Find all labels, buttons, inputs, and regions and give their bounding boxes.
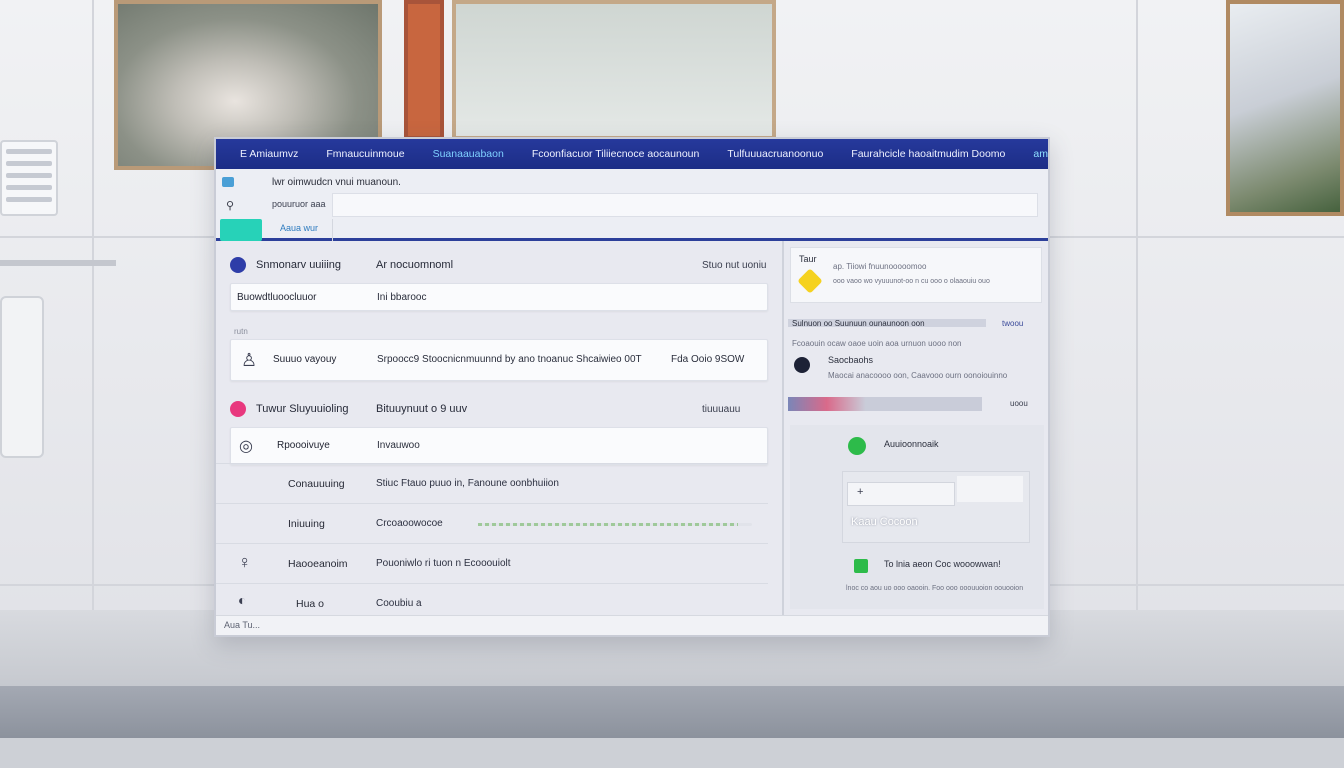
list-item-label: Iniuuing: [288, 518, 325, 530]
status-dot-icon: [230, 401, 246, 417]
nav-tab-5[interactable]: Tulfuuuacruanoonuo: [713, 148, 837, 160]
nav-tab-7[interactable]: amuun: [1019, 148, 1048, 160]
field-row[interactable]: Buowdtluoocluuor Ini bbarooc: [230, 283, 768, 311]
preview-text: Kaau Cocoon: [851, 516, 918, 528]
nav-tab-home[interactable]: E Amiaumvz: [226, 148, 312, 160]
list-item[interactable]: ♀ Haooeanoim Pouoniwlo ri tuon n Ecoooui…: [216, 543, 768, 584]
app-window: E Amiaumvz Fmnaucuinmoue Suanaauabaon Fc…: [214, 137, 1050, 637]
section-bar: [788, 397, 982, 411]
info-card-text: ap. Tiiowi fnuunooooomoo: [833, 262, 927, 271]
wall-painting: [452, 0, 776, 140]
section-link[interactable]: tiuuuauu: [702, 404, 740, 415]
field-name: Rpoooivuye: [277, 440, 330, 451]
list-item[interactable]: Conauuuing Stiuc Ftauo puuo in, Fanoune …: [216, 463, 768, 504]
wall-device: [0, 296, 44, 458]
section-header: Tuwur Sluyuuioling Bituuynuut o 9 uuv ti…: [230, 401, 740, 417]
nav-tab-4[interactable]: Fcoonfiacuor Tiliiecnoce aocaunoun: [518, 148, 714, 160]
air-vent: [0, 140, 58, 216]
field-label: pouuruor aaa: [272, 199, 326, 209]
item-description: Fcoaouin ocaw oaoe uoin aoa urnuon uooo …: [792, 339, 962, 348]
section-tag: uoou: [1010, 399, 1028, 408]
floor: [0, 738, 1344, 768]
main-column: Snmonarv uuiiing Ar nocuomnoml Stuo nut …: [216, 241, 782, 615]
status-dot-icon: [230, 257, 246, 273]
preview-panel[interactable]: + Kaau Cocoon: [842, 471, 1030, 543]
info-card-text: ooo vaoo wo vyuuunot-oo n cu ooo o olaao…: [833, 278, 990, 285]
wall-painting: [404, 0, 444, 140]
list-item-label: Hua o: [296, 598, 325, 610]
section-title: Tuwur Sluyuuioling: [256, 403, 349, 415]
side-panel: Taur ap. Tiiowi fnuunooooomoo ooo vaoo w…: [782, 241, 1048, 615]
status-bar: Aua Tu...: [216, 615, 1048, 635]
page-title: lwr oimwudcn vnui muanoun.: [272, 177, 401, 188]
action-button[interactable]: [220, 219, 262, 241]
list-item-label: Haooeanoim: [288, 558, 348, 570]
list-item-value: Stiuc Ftauo puuo in, Fanoune oonbhuiion: [376, 478, 559, 489]
section-title: Snmonarv uuiiing: [256, 259, 341, 271]
brush-icon: ♙: [241, 350, 258, 370]
list-item[interactable]: Iniuuing Crcoaoowocoe: [216, 503, 768, 544]
wall-seam: [92, 0, 94, 610]
field-row[interactable]: ◎ Rpoooivuye Invauwoo: [230, 427, 768, 465]
list-item-value: Crcoaoowocoe: [376, 518, 443, 529]
list-item-value: Pouoniwlo ri tuon n Ecooouiolt: [376, 558, 511, 569]
search-input[interactable]: [332, 193, 1038, 217]
wall-seam: [1136, 0, 1138, 610]
caption: rutn: [234, 327, 248, 336]
section-link[interactable]: Stuo nut uoniu: [702, 260, 767, 271]
plus-icon[interactable]: +: [857, 486, 863, 498]
info-card-title: Taur: [799, 254, 817, 264]
details-panel: Auuioonnoaik + Kaau Cocoon To lnia aeon …: [790, 425, 1044, 609]
person-icon: ♀: [238, 552, 252, 572]
bottom-line: To lnia aeon Coc wooowwan!: [884, 559, 1001, 569]
glasses-icon: ◐: [238, 592, 247, 608]
app-icon: [222, 177, 234, 187]
card-description: Srpoocc9 Stoocnicnmuunnd by ano tnoanuc …: [377, 354, 642, 365]
badge-icon: [854, 559, 868, 573]
item-name: Saocbaohs: [828, 355, 874, 365]
content-area: Snmonarv uuiiing Ar nocuomnoml Stuo nut …: [216, 241, 1048, 615]
moon-icon: [794, 357, 810, 373]
list-item-label: Conauuuing: [288, 478, 345, 490]
info-card[interactable]: Taur ap. Tiiowi fnuunooooomoo ooo vaoo w…: [790, 247, 1042, 303]
section-header: Snmonarv uuiiing Ar nocuomnoml Stuo nut …: [230, 257, 767, 273]
status-label: Auuioonnoaik: [884, 439, 939, 449]
pin-icon: ⚲: [226, 200, 235, 212]
section-subtitle: Ar nocuomnoml: [376, 259, 454, 271]
check-icon: [848, 437, 866, 455]
field-name: Buowdtluoocluuor: [237, 292, 317, 303]
divider: [332, 219, 333, 241]
sub-label-link[interactable]: Aaua wur: [280, 223, 318, 233]
desk-edge: [0, 686, 1344, 738]
warning-icon: [797, 268, 823, 294]
progress-bar: [478, 523, 752, 526]
section-tag: twoou: [1002, 319, 1024, 328]
preview-tile: [957, 476, 1023, 502]
wall-painting: [1226, 0, 1344, 216]
summary-card[interactable]: ♙ Suuuo vayouy Srpoocc9 Stoocnicnmuunnd …: [230, 339, 768, 381]
target-icon: ◎: [239, 438, 253, 455]
item-detail: Maocai anacoooo oon, Caavooo ourn oonoio…: [828, 371, 1008, 380]
bottom-note: lnoc co aou uo ooo oaooin. Foo ooo ooouu…: [846, 585, 1024, 592]
nav-tab-3[interactable]: Suanaauabaon: [419, 148, 518, 160]
page-header: lwr oimwudcn vnui muanoun. ⚲ pouuruor aa…: [216, 169, 1048, 241]
card-title: Suuuo vayouy: [273, 354, 337, 365]
nav-tab-2[interactable]: Fmnaucuinmoue: [312, 148, 418, 160]
nav-tab-6[interactable]: Faurahcicle haoaitmudim Doomo: [837, 148, 1019, 160]
section-subtitle: Bituuynuut o 9 uuv: [376, 403, 468, 415]
list-item-value: Cooubiu a: [376, 598, 422, 609]
section-title: Sulnuon oo Suunuun ounaunoon oon: [792, 319, 925, 328]
wall-rail: [0, 260, 116, 266]
progress-fill: [478, 523, 739, 526]
status-text: Aua Tu...: [224, 620, 261, 630]
field-value: Ini bbarooc: [377, 292, 427, 303]
list-item[interactable]: ◐ Hua o Cooubiu a: [216, 583, 768, 615]
field-value: Invauwoo: [377, 440, 420, 451]
top-nav-bar: E Amiaumvz Fmnaucuinmoue Suanaauabaon Fc…: [216, 139, 1048, 169]
card-meta: Fda Ooio 9SOW: [671, 354, 745, 365]
